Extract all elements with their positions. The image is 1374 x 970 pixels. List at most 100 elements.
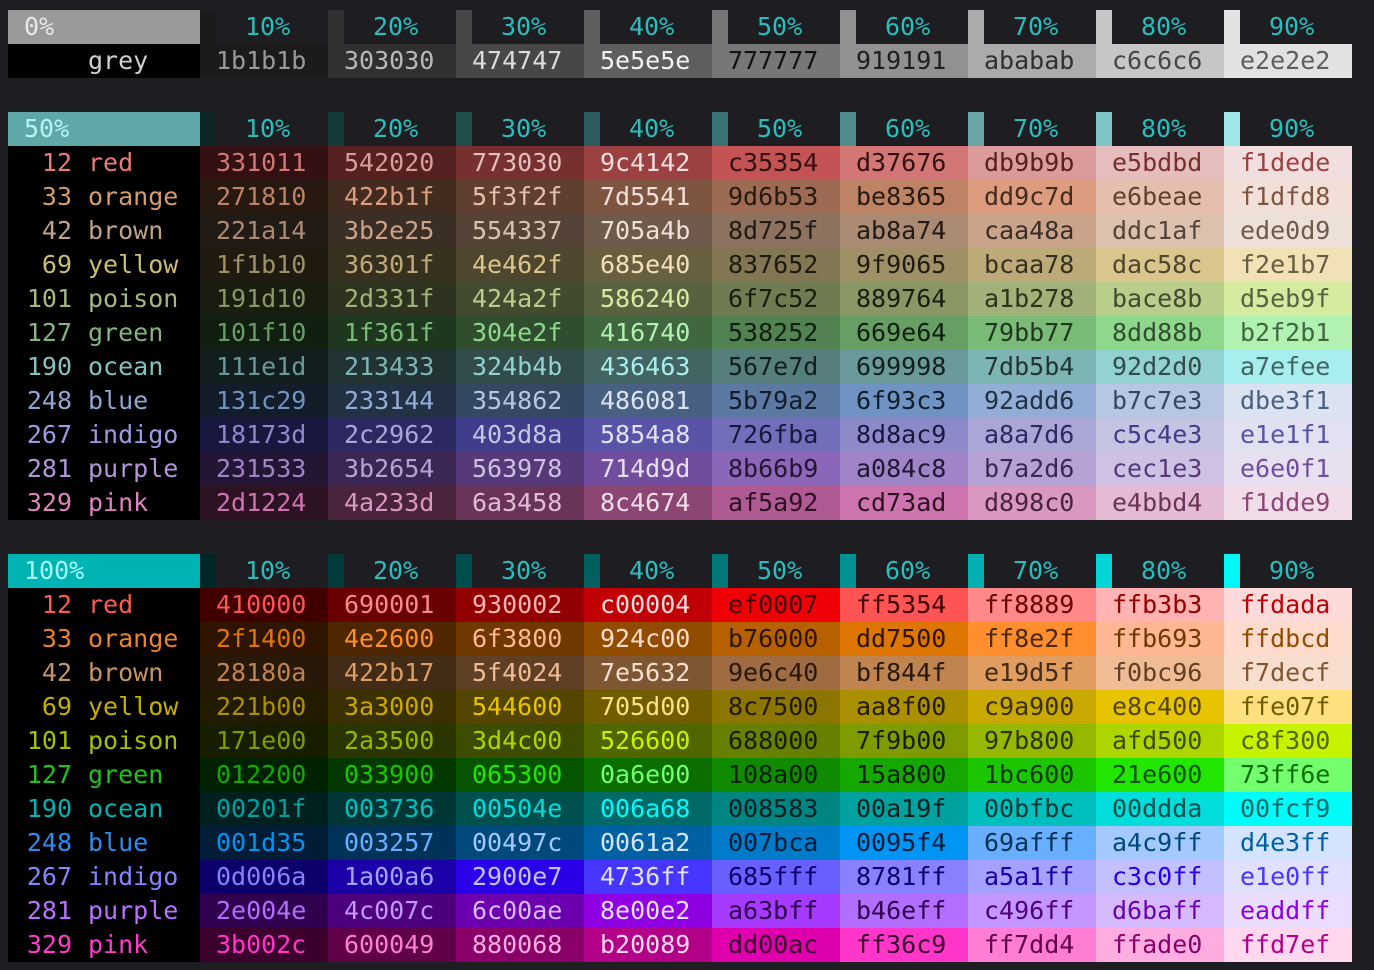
sat50-swatch-4e462f: 4e462f [456,248,584,282]
sat100-hue-name: pink [88,930,149,959]
sat50-swatch-5f3f2f: 5f3f2f [456,180,584,214]
sat100-swatch-422b17: 422b17 [328,656,456,690]
sat50-swatch-773030: 773030 [456,146,584,180]
sat50-swatch-92d2d0: 92d2d0 [1096,350,1224,384]
sat100-row-label-green: 127 green [8,758,200,792]
sat100-swatch-3d4c00: 3d4c00 [456,724,584,758]
grey-header-50pct: 50% [712,10,840,44]
sat50-swatch-e5bdbd: e5bdbd [1096,146,1224,180]
sat50-swatch-726fba: 726fba [712,418,840,452]
sat50-swatch-f1dde9: f1dde9 [1224,486,1352,520]
sat50-swatch-486081: 486081 [584,384,712,418]
sat50-swatch-213433: 213433 [328,350,456,384]
sat50-row-purple: 281 purple 231533 3b2654 563978 714d9d 8b66b9 a… [8,452,1367,486]
sat100-row-blue: 248 blue 001d35 003257 00497c 0061a2 007bca 009… [8,826,1367,860]
grey-header-row: 0% 10% 20% 30% 40% 50% 60% 70% 80% 90% [8,10,1367,44]
sat50-swatch-a084c8: a084c8 [840,452,968,486]
sat100-swatch-065300: 065300 [456,758,584,792]
grey-header-chip [712,10,728,44]
sat50-swatch-8d8ac9: 8d8ac9 [840,418,968,452]
sat50-row-blue: 248 blue 131c29 233144 354862 486081 5b79a2 6f9… [8,384,1367,418]
sat50-swatch-699998: 699998 [840,350,968,384]
sat50-swatch-416740: 416740 [584,316,712,350]
grey-header-chip [1224,10,1240,44]
sat100-swatch-00504e: 00504e [456,792,584,826]
sat100-header-chip [1224,554,1240,588]
sat50-swatch-bcaa78: bcaa78 [968,248,1096,282]
sat50-swatch-36301f: 36301f [328,248,456,282]
sat100-swatch-ff7dd4: ff7dd4 [968,928,1096,962]
sat100-header-60pct: 60% [840,554,968,588]
sat50-swatch-9f9065: 9f9065 [840,248,968,282]
sat100-hue-name: green [88,760,164,789]
sat100-row-label-blue: 248 blue [8,826,200,860]
sat50-row-label-brown: 42 brown [8,214,200,248]
sat100-row-label-indigo: 267 indigo [8,860,200,894]
sat50-row-label-indigo: 267 indigo [8,418,200,452]
sat100-row-label-poison: 101 poison [8,724,200,758]
sat100-swatch-8781ff: 8781ff [840,860,968,894]
sat50-hue-name: indigo [88,420,179,449]
sat100-swatch-008583: 008583 [712,792,840,826]
grey-swatch-777777: 777777 [712,44,840,78]
sat50-row-yellow: 69 yellow 1f1b10 36301f 4e462f 685e40 837652 9f… [8,248,1367,282]
sat50-header-chip [200,112,216,146]
sat50-swatch-403d8a: 403d8a [456,418,584,452]
sat50-swatch-f2e1b7: f2e1b7 [1224,248,1352,282]
sat50-swatch-3b2654: 3b2654 [328,452,456,486]
sat100-hue-name: indigo [88,862,179,891]
sat100-swatch-ff36c9: ff36c9 [840,928,968,962]
sat50-hue-number: 267 [26,420,72,449]
sat50-swatch-7db5b4: 7db5b4 [968,350,1096,384]
sat100-header-20pct: 20% [328,554,456,588]
sat100-hue-number: 101 [26,726,72,755]
sat100-row-brown: 42 brown 28180a 422b17 5f4024 7e5632 9e6c40 bf8… [8,656,1367,690]
sat100-swatch-c8f300: c8f300 [1224,724,1352,758]
sat50-header-50pct: 50% [712,112,840,146]
sat50-row-label-orange: 33 orange [8,180,200,214]
sat100-header-50pct: 50% [712,554,840,588]
sat50-swatch-be8365: be8365 [840,180,968,214]
sat100-swatch-ffe07f: ffe07f [1224,690,1352,724]
sat100-row-orange: 33 orange 2f1400 4e2600 6f3800 924c00 b76000 dd… [8,622,1367,656]
saturation-100-palette: 100% 10% 20% 30% 40% 50% 60% 70% 80% 90% 12 red 41… [8,554,1367,962]
grey-header-10pct: 10% [200,10,328,44]
sat100-swatch-00bfbc: 00bfbc [968,792,1096,826]
sat50-swatch-92add6: 92add6 [968,384,1096,418]
sat100-swatch-dd00ac: dd00ac [712,928,840,962]
sat50-swatch-e6beae: e6beae [1096,180,1224,214]
sat100-swatch-0061a2: 0061a2 [584,826,712,860]
sat100-swatch-b20089: b20089 [584,928,712,962]
sat100-swatch-69afff: 69afff [968,826,1096,860]
sat50-swatch-6a3458: 6a3458 [456,486,584,520]
sat100-hue-name: blue [88,828,149,857]
sat100-swatch-f0bc96: f0bc96 [1096,656,1224,690]
sat100-swatch-ffdada: ffdada [1224,588,1352,622]
sat100-row-yellow: 69 yellow 221b00 3a3000 544600 705d00 8c7500 aa… [8,690,1367,724]
sat100-swatch-9e6c40: 9e6c40 [712,656,840,690]
sat50-swatch-542020: 542020 [328,146,456,180]
sat100-swatch-006a68: 006a68 [584,792,712,826]
sat50-swatch-9c4142: 9c4142 [584,146,712,180]
grey-header-chip [584,10,600,44]
sat50-hue-name: poison [88,284,179,313]
sat100-swatch-2a3500: 2a3500 [328,724,456,758]
sat100-swatch-eaddff: eaddff [1224,894,1352,928]
sat100-swatch-0095f4: 0095f4 [840,826,968,860]
sat50-row-poison: 101 poison 191d10 2d331f 424a2f 586240 6f7c52 8… [8,282,1367,316]
sat100-swatch-1bc600: 1bc600 [968,758,1096,792]
sat50-row-orange: 33 orange 271810 422b1f 5f3f2f 7d5541 9d6b53 be… [8,180,1367,214]
sat100-swatch-1a00a6: 1a00a6 [328,860,456,894]
sat50-hue-number: 281 [26,454,72,483]
sat100-swatch-15a800: 15a800 [840,758,968,792]
sat100-header-chip [200,554,216,588]
sat100-swatch-688000: 688000 [712,724,840,758]
sat50-swatch-1f361f: 1f361f [328,316,456,350]
sat100-swatch-0d006a: 0d006a [200,860,328,894]
sat50-row-label-red: 12 red [8,146,200,180]
sat100-swatch-ef0007: ef0007 [712,588,840,622]
sat100-swatch-930002: 930002 [456,588,584,622]
sat50-header-30pct: 30% [456,112,584,146]
sat50-header-20pct: 20% [328,112,456,146]
sat50-swatch-b7c7e3: b7c7e3 [1096,384,1224,418]
